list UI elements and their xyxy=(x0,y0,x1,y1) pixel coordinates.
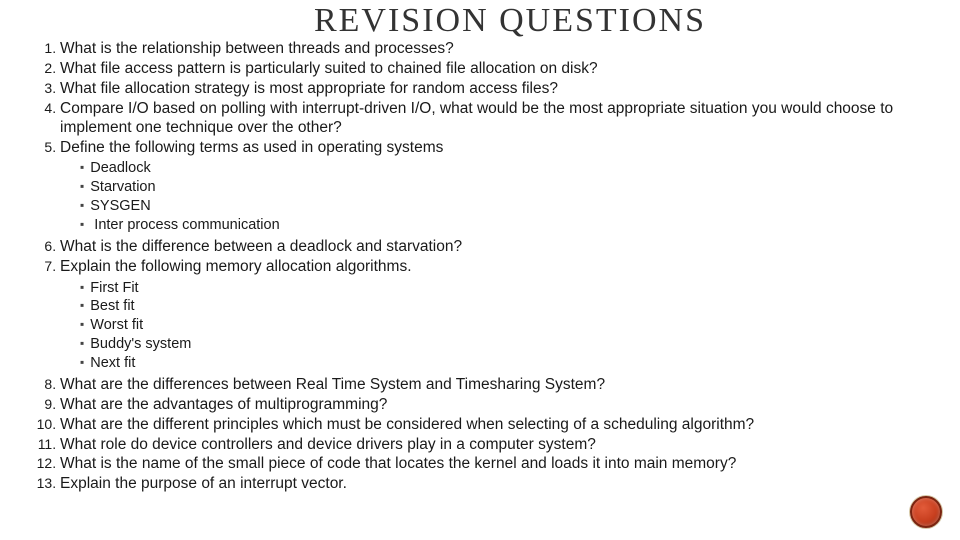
question-item: What is the name of the small piece of c… xyxy=(60,455,930,475)
sub-item: Best fit xyxy=(80,297,930,316)
question-item: What are the differences between Real Ti… xyxy=(60,376,930,396)
question-item: What are the different principles which … xyxy=(60,416,930,436)
slide-content: REVISION QUESTIONS What is the relations… xyxy=(0,2,960,495)
question-item: What file access pattern is particularly… xyxy=(60,60,930,80)
sub-item: First Fit xyxy=(80,279,930,298)
sub-item: SYSGEN xyxy=(80,197,930,216)
sub-list: First Fit Best fit Worst fit Buddy's sys… xyxy=(80,279,930,373)
question-item: Explain the following memory allocation … xyxy=(60,258,930,376)
question-text: Define the following terms as used in op… xyxy=(60,139,443,156)
question-item: What file allocation strategy is most ap… xyxy=(60,80,930,100)
question-text: Explain the following memory allocation … xyxy=(60,258,412,275)
slide-title: REVISION QUESTIONS xyxy=(90,2,930,40)
question-item: Explain the purpose of an interrupt vect… xyxy=(60,475,930,495)
question-item: What are the advantages of multiprogramm… xyxy=(60,396,930,416)
sub-item: Deadlock xyxy=(80,159,930,178)
question-item: What is the difference between a deadloc… xyxy=(60,238,930,258)
question-list: What is the relationship between threads… xyxy=(60,40,930,495)
question-item: What role do device controllers and devi… xyxy=(60,436,930,456)
sub-item: Worst fit xyxy=(80,316,930,335)
question-item: Compare I/O based on polling with interr… xyxy=(60,100,930,139)
sub-item: Next fit xyxy=(80,354,930,373)
question-item: Define the following terms as used in op… xyxy=(60,139,930,238)
sub-item: Starvation xyxy=(80,178,930,197)
sub-item: Inter process communication xyxy=(80,216,930,235)
question-item: What is the relationship between threads… xyxy=(60,40,930,60)
sub-list: Deadlock Starvation SYSGEN Inter process… xyxy=(80,159,930,234)
sub-item: Buddy's system xyxy=(80,335,930,354)
decorative-badge-icon xyxy=(910,496,942,528)
